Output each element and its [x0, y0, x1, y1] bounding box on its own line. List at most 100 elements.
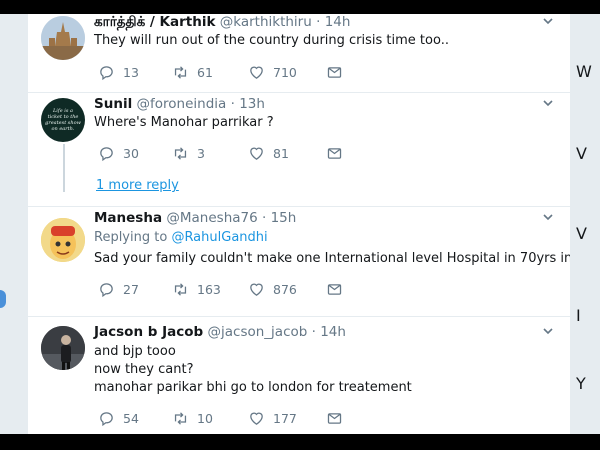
temple-avatar-image — [41, 16, 85, 60]
heart-icon — [250, 283, 263, 296]
retweet-button[interactable]: 163 — [172, 281, 221, 298]
more-options-icon[interactable] — [542, 325, 554, 341]
bottom-black-bar — [0, 434, 600, 450]
tweet-header: Sunil @foroneindia · 13h — [94, 96, 265, 112]
like-button[interactable]: 177 — [248, 410, 297, 427]
display-name[interactable]: Jacson b Jacob — [94, 324, 203, 340]
envelope-icon — [327, 67, 342, 78]
timestamp[interactable]: 15h — [271, 210, 297, 226]
display-name[interactable]: Manesha — [94, 210, 162, 226]
reply-icon — [100, 283, 113, 298]
tweet-text: Where's Manohar parrikar ? — [94, 115, 274, 130]
timestamp[interactable]: 14h — [320, 324, 346, 340]
display-name[interactable]: Sunil — [94, 96, 132, 112]
user-handle[interactable]: @jacson_jacob — [208, 324, 308, 340]
retweet-count: 163 — [197, 282, 221, 297]
user-handle[interactable]: @foroneindia — [137, 96, 227, 112]
tweet-card[interactable]: Manesha @Manesha76 · 15h Replying to @Ra… — [28, 206, 570, 316]
envelope-icon — [327, 284, 342, 295]
partial-text-fragment: W — [576, 62, 592, 81]
timestamp[interactable]: 14h — [325, 14, 351, 30]
retweet-button[interactable]: 61 — [172, 64, 213, 81]
tweet-card[interactable]: Life is a ticket to the greatest show on… — [28, 92, 570, 206]
direct-message-button[interactable] — [326, 281, 343, 298]
reply-button[interactable]: 27 — [98, 281, 139, 298]
retweet-button[interactable]: 10 — [172, 410, 213, 427]
reply-count: 30 — [123, 146, 139, 161]
user-handle[interactable]: @karthikthiru — [220, 14, 312, 30]
retweet-icon — [174, 283, 187, 296]
avatar[interactable]: Life is a ticket to the greatest show on… — [41, 98, 85, 142]
tweet-card[interactable]: கார்த்திக் / Karthik @karthikthiru · 14h… — [28, 14, 570, 92]
character-avatar-image — [41, 218, 85, 262]
display-name[interactable]: கார்த்திக் / Karthik — [94, 14, 215, 30]
heart-icon — [250, 66, 263, 79]
tweet-text-line: manohar parikar bhi go to london for tre… — [94, 380, 412, 395]
tweet-text: Sad your family couldn't make one Intern… — [94, 251, 570, 266]
reply-icon — [100, 412, 113, 427]
replying-to-label: Replying to — [94, 230, 168, 245]
thread-line — [63, 144, 65, 192]
avatar-quote-text: Life is a ticket to the greatest show on… — [45, 108, 81, 132]
like-count: 876 — [273, 282, 297, 297]
like-button[interactable]: 710 — [248, 64, 297, 81]
left-background-strip — [0, 14, 28, 434]
reply-button[interactable]: 13 — [98, 64, 139, 81]
tweet-text-line: and bjp tooo — [94, 344, 176, 359]
tweet-text: They will run out of the country during … — [94, 33, 449, 48]
replying-to-line: Replying to @RahulGandhi — [94, 230, 268, 245]
reply-icon — [100, 147, 113, 162]
tweet-header: Jacson b Jacob @jacson_jacob · 14h — [94, 324, 346, 340]
retweet-count: 3 — [197, 146, 205, 161]
partial-avatar-left — [0, 290, 6, 308]
retweet-icon — [174, 66, 187, 79]
like-button[interactable]: 876 — [248, 281, 297, 298]
partial-text-fragment: I — [576, 306, 581, 325]
like-count: 81 — [273, 146, 289, 161]
reply-button[interactable]: 54 — [98, 410, 139, 427]
timestamp[interactable]: 13h — [239, 96, 265, 112]
separator-dot: · — [262, 210, 267, 226]
retweet-button[interactable]: 3 — [172, 145, 205, 162]
top-black-bar — [0, 0, 600, 14]
direct-message-button[interactable] — [326, 64, 343, 81]
tweet-card[interactable]: Jacson b Jacob @jacson_jacob · 14h and b… — [28, 316, 570, 434]
retweet-icon — [174, 147, 187, 160]
heart-icon — [250, 147, 263, 160]
avatar[interactable] — [41, 16, 85, 60]
separator-dot: · — [230, 96, 235, 112]
tweet-header: கார்த்திக் / Karthik @karthikthiru · 14h — [94, 14, 350, 32]
direct-message-button[interactable] — [326, 145, 343, 162]
like-count: 177 — [273, 411, 297, 426]
reply-count: 27 — [123, 282, 139, 297]
envelope-icon — [327, 148, 342, 159]
retweet-icon — [174, 412, 187, 425]
partial-text-fragment: V — [576, 144, 587, 163]
partial-text-fragment: Y — [576, 374, 586, 393]
reply-count: 13 — [123, 65, 139, 80]
replying-to-handle-link[interactable]: @RahulGandhi — [171, 230, 267, 245]
more-options-icon[interactable] — [542, 211, 554, 227]
more-replies-link[interactable]: 1 more reply — [96, 178, 179, 193]
tweet-header: Manesha @Manesha76 · 15h — [94, 210, 296, 226]
reply-icon — [100, 66, 113, 81]
envelope-icon — [327, 413, 342, 424]
reply-count: 54 — [123, 411, 139, 426]
like-button[interactable]: 81 — [248, 145, 289, 162]
more-options-icon[interactable] — [542, 15, 554, 31]
retweet-count: 10 — [197, 411, 213, 426]
right-background-strip: W V V I Y — [570, 14, 600, 434]
retweet-count: 61 — [197, 65, 213, 80]
tweet-feed: கார்த்திக் / Karthik @karthikthiru · 14h… — [28, 14, 570, 434]
like-count: 710 — [273, 65, 297, 80]
reply-button[interactable]: 30 — [98, 145, 139, 162]
direct-message-button[interactable] — [326, 410, 343, 427]
tweet-text-line: now they cant? — [94, 362, 194, 377]
person-avatar-image — [41, 326, 85, 370]
avatar[interactable] — [41, 326, 85, 370]
user-handle[interactable]: @Manesha76 — [166, 210, 257, 226]
more-options-icon[interactable] — [542, 97, 554, 113]
separator-dot: · — [311, 324, 316, 340]
avatar[interactable] — [41, 218, 85, 262]
separator-dot: · — [316, 14, 321, 30]
